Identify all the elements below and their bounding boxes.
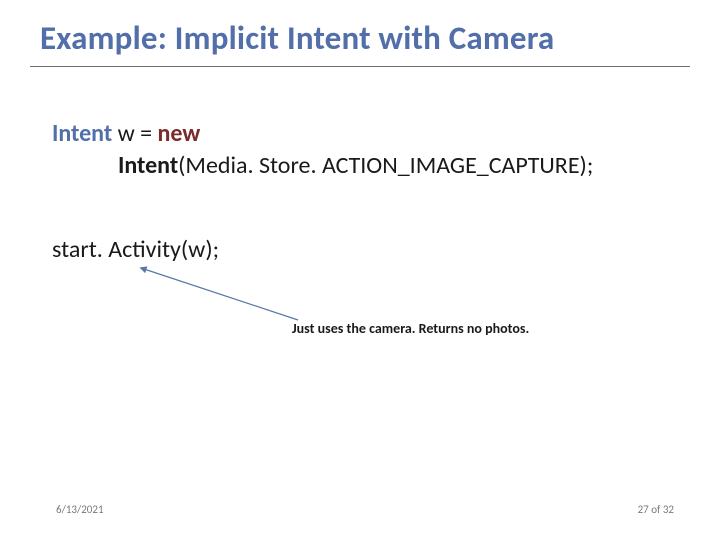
- code-constructor: Intent: [118, 151, 178, 180]
- annotation-arrow: [138, 265, 308, 325]
- annotation-text: Just uses the camera. Returns no photos.: [292, 320, 529, 337]
- code-args: (Media. Store. ACTION_IMAGE_CAPTURE);: [178, 151, 593, 180]
- slide-title: Example: Implicit Intent with Camera: [40, 18, 554, 58]
- code-call: start. Activity(w);: [52, 235, 219, 264]
- code-keyword-new: new: [158, 119, 201, 148]
- slide: Example: Implicit Intent with Camera Int…: [0, 0, 720, 540]
- footer-date: 6/13/2021: [56, 503, 104, 516]
- footer-page-number: 27 of 32: [638, 503, 674, 516]
- code-block: Intent w = new Intent(Media. Store. ACTI…: [52, 118, 593, 183]
- title-underline: [30, 66, 690, 67]
- code-var: w =: [112, 119, 157, 148]
- code-keyword-type: Intent: [52, 119, 112, 148]
